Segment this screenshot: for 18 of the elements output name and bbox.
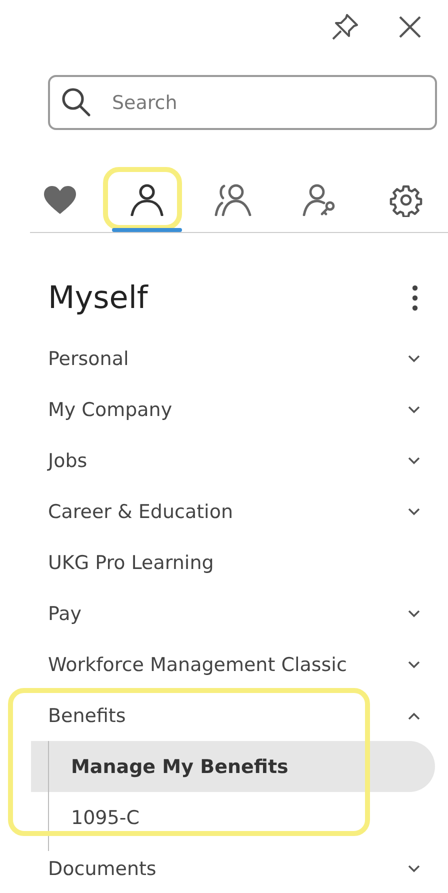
menu-item[interactable]: My Company <box>0 384 448 435</box>
menu-item[interactable]: Benefits <box>0 690 448 741</box>
menu-item[interactable]: Career & Education <box>0 486 448 537</box>
search-field[interactable]: Search <box>48 75 437 130</box>
settings-icon <box>389 182 424 216</box>
people-icon <box>214 184 252 216</box>
menu-item[interactable]: Personal <box>0 333 448 384</box>
menu-item[interactable]: Jobs <box>0 435 448 486</box>
menu-item[interactable]: Documents <box>0 843 448 893</box>
search-icon <box>61 87 91 117</box>
heart-icon <box>43 184 78 214</box>
section-title: Myself <box>48 280 148 316</box>
menu-item[interactable]: Workforce Management Classic <box>0 639 448 690</box>
person-icon <box>130 184 164 216</box>
submenu-item[interactable]: Manage My Benefits <box>31 741 435 792</box>
menu-item[interactable]: UKG Pro Learning <box>0 537 448 588</box>
menu-item[interactable]: Pay <box>0 588 448 639</box>
submenu-item[interactable]: 1095-C <box>31 792 435 843</box>
